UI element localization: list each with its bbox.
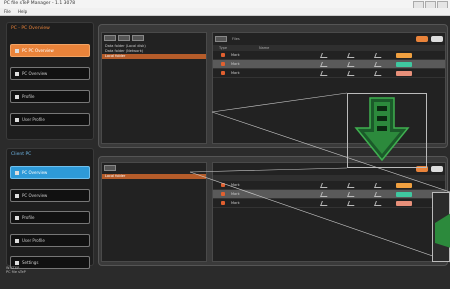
zoom-frame-2 <box>432 192 450 262</box>
down-arrow-icon <box>435 213 450 248</box>
down-arrow-icon <box>354 97 410 162</box>
